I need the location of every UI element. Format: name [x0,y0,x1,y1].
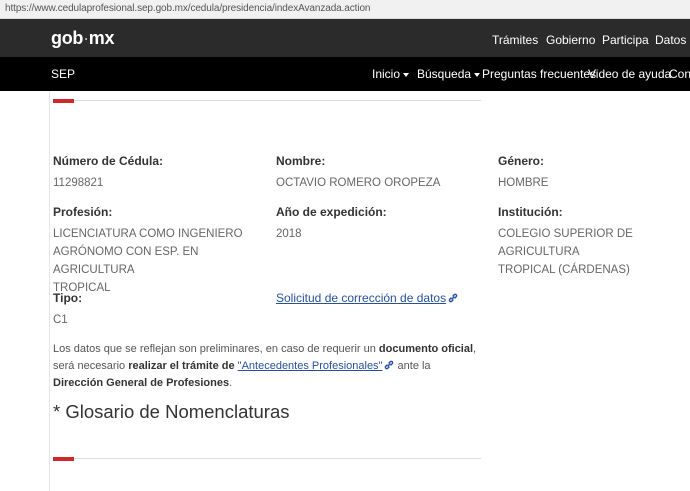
nav-busqueda-label: Búsqueda [417,67,472,81]
section-accent [53,457,74,461]
gob-mx-logo[interactable]: gob·mx [51,28,115,49]
gob-header: gob·mx Trámites Gobierno Participa Datos [0,19,690,57]
tipo-value: C1 [53,314,68,326]
cedula-value: 11298821 [53,177,104,189]
nav-contacto[interactable]: Contacto [669,67,690,81]
glossary-heading: * Glosario de Nomenclaturas [53,401,290,422]
institucion-label: Institución: [498,205,563,219]
chevron-down-icon [403,72,410,77]
anio-label: Año de expedición: [276,205,387,219]
nav-datos[interactable]: Datos [655,33,686,47]
nav-inicio-label: Inicio [372,67,401,81]
profesion-label: Profesión: [53,205,113,219]
logo-tail: mx [88,28,115,48]
external-link-icon [448,293,458,303]
antecedentes-link[interactable]: "Antecedentes Profesionales" [238,360,395,372]
note-bold-direccion: Dirección General de Profesiones [53,377,230,389]
nav-inicio[interactable]: Inicio [372,67,410,81]
section-divider [53,100,481,101]
institucion-line: COLEGIO SUPERIOR DE AGRICULTURA [498,228,633,258]
cedula-label: Número de Cédula: [53,154,164,168]
note-text: . [229,377,233,389]
profesion-line: LICENCIATURA COMO INGENIERO [53,228,243,240]
sep-brand[interactable]: SEP [51,67,75,81]
correction-link[interactable]: Solicitud de corrección de datos [276,291,458,305]
content-left-border [49,91,50,491]
genero-label: Género: [498,154,545,168]
logo-main: gob [51,28,84,48]
chevron-down-icon [474,72,481,77]
nav-gobierno[interactable]: Gobierno [546,33,595,47]
institucion-line: TROPICAL (CÁRDENAS) [498,264,630,276]
preliminary-data-note: Los datos que se reflejan son preliminar… [53,341,483,392]
external-link-icon [385,360,394,370]
section-divider [53,458,481,459]
note-bold-documento: documento oficial [378,343,474,355]
nav-participa[interactable]: Participa [602,33,649,47]
nav-tramites[interactable]: Trámites [492,33,538,47]
anio-value: 2018 [276,228,302,240]
tipo-label: Tipo: [53,291,83,305]
profesion-line: AGRÓNOMO CON ESP. EN AGRICULTURA [53,246,199,276]
correction-link-label: Solicitud de corrección de datos [276,291,447,305]
nav-video-ayuda[interactable]: Video de ayuda [588,67,671,81]
nav-preguntas-frecuentes[interactable]: Preguntas frecuentes [482,67,596,81]
browser-address-bar[interactable]: https://www.cedulaprofesional.sep.gob.mx… [0,0,690,19]
nav-busqueda[interactable]: Búsqueda [417,67,481,81]
nombre-value: OCTAVIO ROMERO OROPEZA [276,177,441,189]
section-accent [53,99,74,103]
antecedentes-link-label: "Antecedentes Profesionales" [237,360,383,372]
nombre-label: Nombre: [276,154,326,168]
note-text: ante la [394,360,431,372]
address-url[interactable]: https://www.cedulaprofesional.sep.gob.mx… [5,3,370,14]
note-text: Los datos que se reflejan son preliminar… [53,343,379,355]
institucion-value: COLEGIO SUPERIOR DE AGRICULTURA TROPICAL… [498,225,688,279]
profesion-value: LICENCIATURA COMO INGENIERO AGRÓNOMO CON… [53,225,268,297]
note-bold-tramite: realizar el trámite de [128,360,238,372]
sep-header: SEP Inicio Búsqueda Preguntas frecuentes… [0,57,690,91]
profesion-line: TROPICAL [53,282,111,294]
genero-value: HOMBRE [498,177,549,189]
